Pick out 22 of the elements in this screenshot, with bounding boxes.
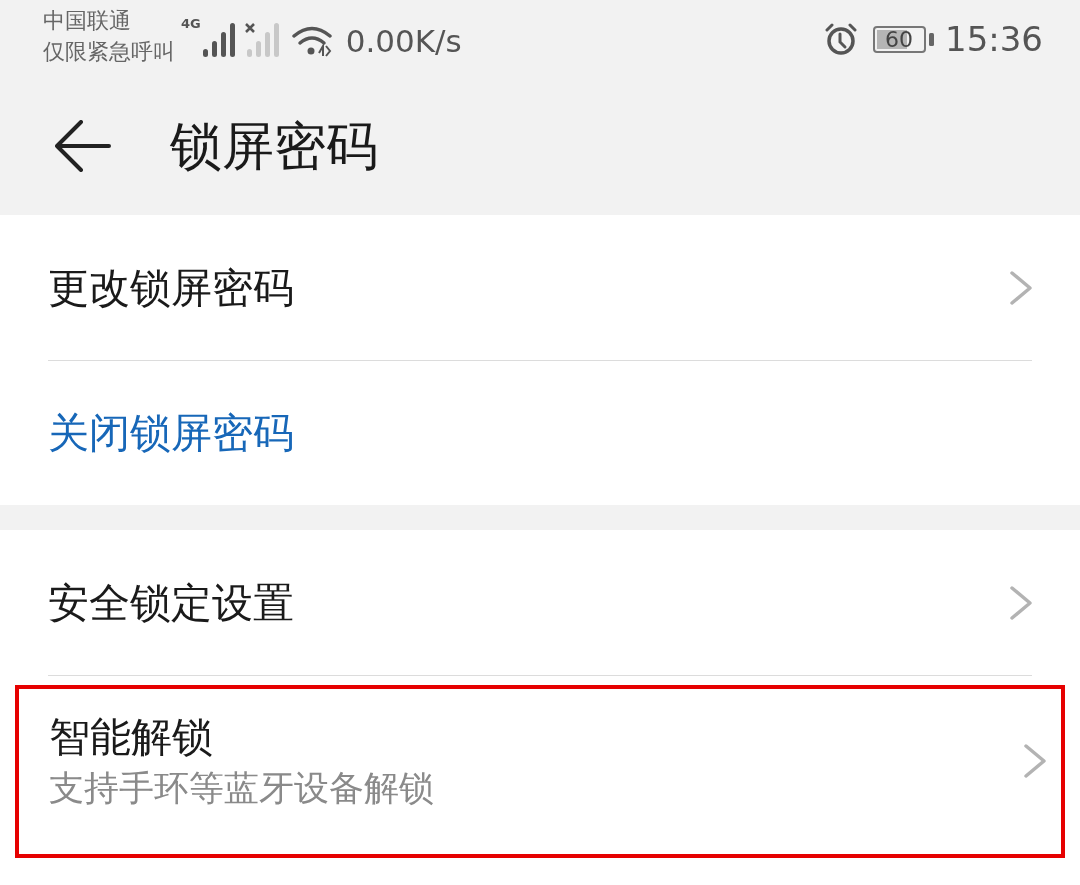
alarm-icon	[825, 23, 857, 55]
network-type: 4G	[181, 17, 201, 31]
setting-title[interactable]: 更改锁屏密码	[48, 262, 1010, 313]
back-button[interactable]	[55, 119, 111, 172]
carrier-name: 中国联通	[43, 7, 132, 35]
action-link[interactable]: 关闭锁屏密码	[48, 408, 1032, 458]
page-title: 锁屏密码	[170, 115, 378, 176]
chevron-right-icon	[1024, 743, 1046, 778]
signal-icon	[202, 23, 235, 57]
wifi-icon	[291, 25, 332, 57]
carrier-status: 仅限紧急呼叫	[43, 38, 175, 66]
no-signal-icon	[244, 23, 280, 57]
battery-icon	[873, 25, 934, 53]
network-speed: 0.00K/s	[345, 23, 462, 59]
setting-title[interactable]: 智能解锁	[49, 711, 1024, 762]
back-arrow-icon	[55, 119, 111, 172]
chevron-right-icon	[1010, 270, 1032, 305]
battery-percent: 60	[885, 25, 913, 53]
setting-subtitle: 支持手环等蓝牙设备解锁	[49, 766, 435, 810]
setting-title[interactable]: 安全锁定设置	[48, 577, 1010, 628]
clock-time: 15:36	[945, 20, 1043, 58]
chevron-right-icon	[1010, 585, 1032, 620]
